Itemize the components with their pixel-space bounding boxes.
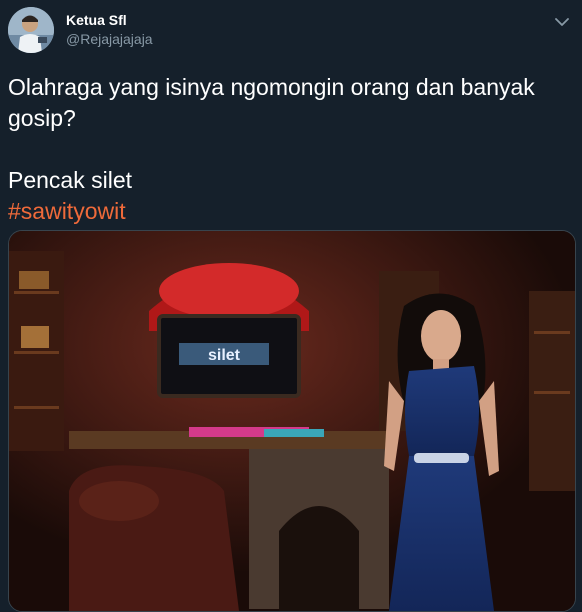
avatar[interactable]: [8, 7, 54, 53]
hashtag-link[interactable]: #sawityowit: [8, 196, 568, 227]
tweet-card[interactable]: Ketua Sfl @Rejajajajaja Olahraga yang is…: [0, 0, 582, 612]
display-name[interactable]: Ketua Sfl: [66, 11, 153, 29]
avatar-image: [8, 7, 54, 53]
media-photo: silet: [9, 231, 575, 611]
chevron-down-icon[interactable]: [552, 12, 572, 32]
tweet-text-line: Olahraga yang isinya ngomongin orang dan…: [8, 74, 535, 131]
tweet-text: Olahraga yang isinya ngomongin orang dan…: [8, 72, 568, 227]
tweet-header: Ketua Sfl @Rejajajajaja: [66, 11, 153, 49]
tweet-text-line: Pencak silet: [8, 167, 133, 193]
tweet-media-image[interactable]: silet: [8, 230, 576, 612]
user-handle[interactable]: @Rejajajajaja: [66, 29, 153, 49]
tv-screen-text: silet: [208, 347, 241, 364]
